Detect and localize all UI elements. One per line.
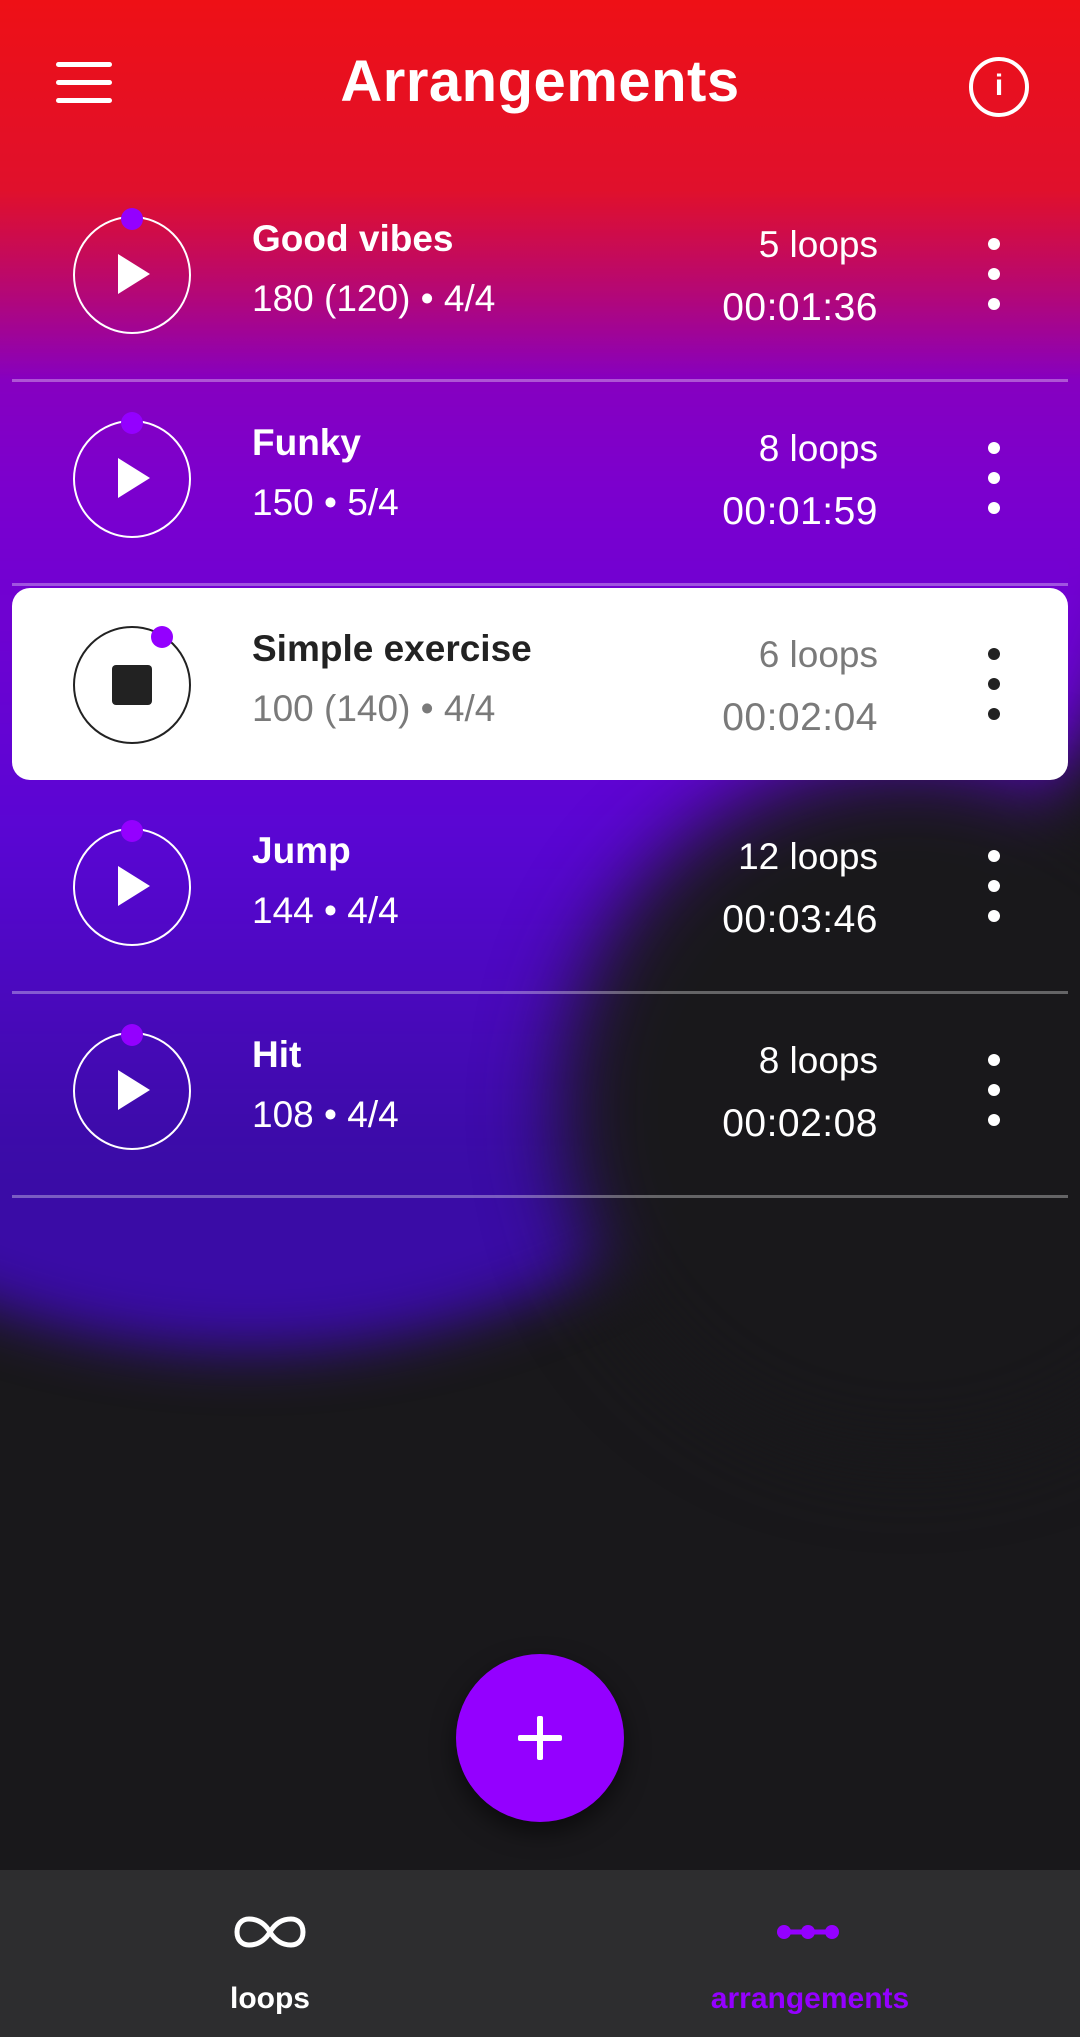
progress-dot [151,626,173,648]
arrangement-duration: 00:02:08 [722,1102,878,1145]
divider [12,583,1068,586]
arrangement-duration: 00:01:36 [722,286,878,329]
divider [12,1195,1068,1198]
play-icon [118,458,150,498]
progress-dot [121,1024,143,1046]
more-options-icon[interactable] [979,238,1009,310]
stop-button[interactable] [73,626,191,744]
play-icon [118,866,150,906]
play-button[interactable] [73,208,191,334]
nav-item-arrangements[interactable]: arrangements [540,1870,1080,2037]
arrangement-name: Funky [252,422,361,463]
more-options-icon[interactable] [979,442,1009,514]
arrangement-name: Jump [252,830,351,871]
arrangement-row[interactable]: Good vibes 180 (120) • 4/4 5 loops 00:01… [12,178,1068,382]
nav-label-loops: loops [230,1982,310,2015]
play-button[interactable] [73,1024,191,1150]
arrangement-tempo-signature: 180 (120) • 4/4 [252,278,496,319]
page-title: Arrangements [340,49,740,114]
nav-label-arrangements: arrangements [710,1982,910,2015]
arrangement-loop-count: 12 loops [738,836,878,877]
more-options-icon[interactable] [979,1054,1009,1126]
play-button[interactable] [73,820,191,946]
arrangement-name: Simple exercise [252,628,532,669]
info-icon[interactable]: i [969,57,1029,117]
arrangement-loop-count: 8 loops [758,428,878,469]
progress-dot [121,820,143,842]
progress-dot [121,412,143,434]
infinity-icon [234,1916,306,1948]
arrangement-row[interactable]: Hit 108 • 4/4 8 loops 00:02:08 [12,994,1068,1198]
play-icon [118,1070,150,1110]
arrangement-name: Good vibes [252,218,454,259]
stop-icon [112,665,152,705]
nav-item-loops[interactable]: loops [0,1870,540,2037]
bottom-navigation: loops arrangements [0,1870,1080,2037]
arrangement-row[interactable]: Jump 144 • 4/4 12 loops 00:03:46 [12,790,1068,994]
play-button[interactable] [73,412,191,538]
arrangement-row[interactable]: Funky 150 • 5/4 8 loops 00:01:59 [12,382,1068,586]
arrangement-loop-count: 6 loops [758,634,878,675]
arrangement-duration: 00:02:04 [722,696,878,739]
more-options-icon[interactable] [979,850,1009,922]
arrangement-dots-icon [777,1925,839,1939]
app-header: Arrangements i [0,0,1080,168]
arrangement-duration: 00:01:59 [722,490,878,533]
arrangement-loop-count: 8 loops [758,1040,878,1081]
arrangement-tempo-signature: 144 • 4/4 [252,890,399,931]
arrangement-tempo-signature: 150 • 5/4 [252,482,399,523]
more-options-icon[interactable] [979,648,1009,720]
play-icon [118,254,150,294]
arrangement-duration: 00:03:46 [722,898,878,941]
add-arrangement-button[interactable] [456,1654,624,1822]
arrangement-row-playing[interactable]: Simple exercise 100 (140) • 4/4 6 loops … [12,588,1068,780]
progress-dot [121,208,143,230]
arrangement-name: Hit [252,1034,302,1075]
arrangement-loop-count: 5 loops [758,224,878,265]
arrangement-tempo-signature: 108 • 4/4 [252,1094,399,1135]
arrangement-tempo-signature: 100 (140) • 4/4 [252,688,496,729]
